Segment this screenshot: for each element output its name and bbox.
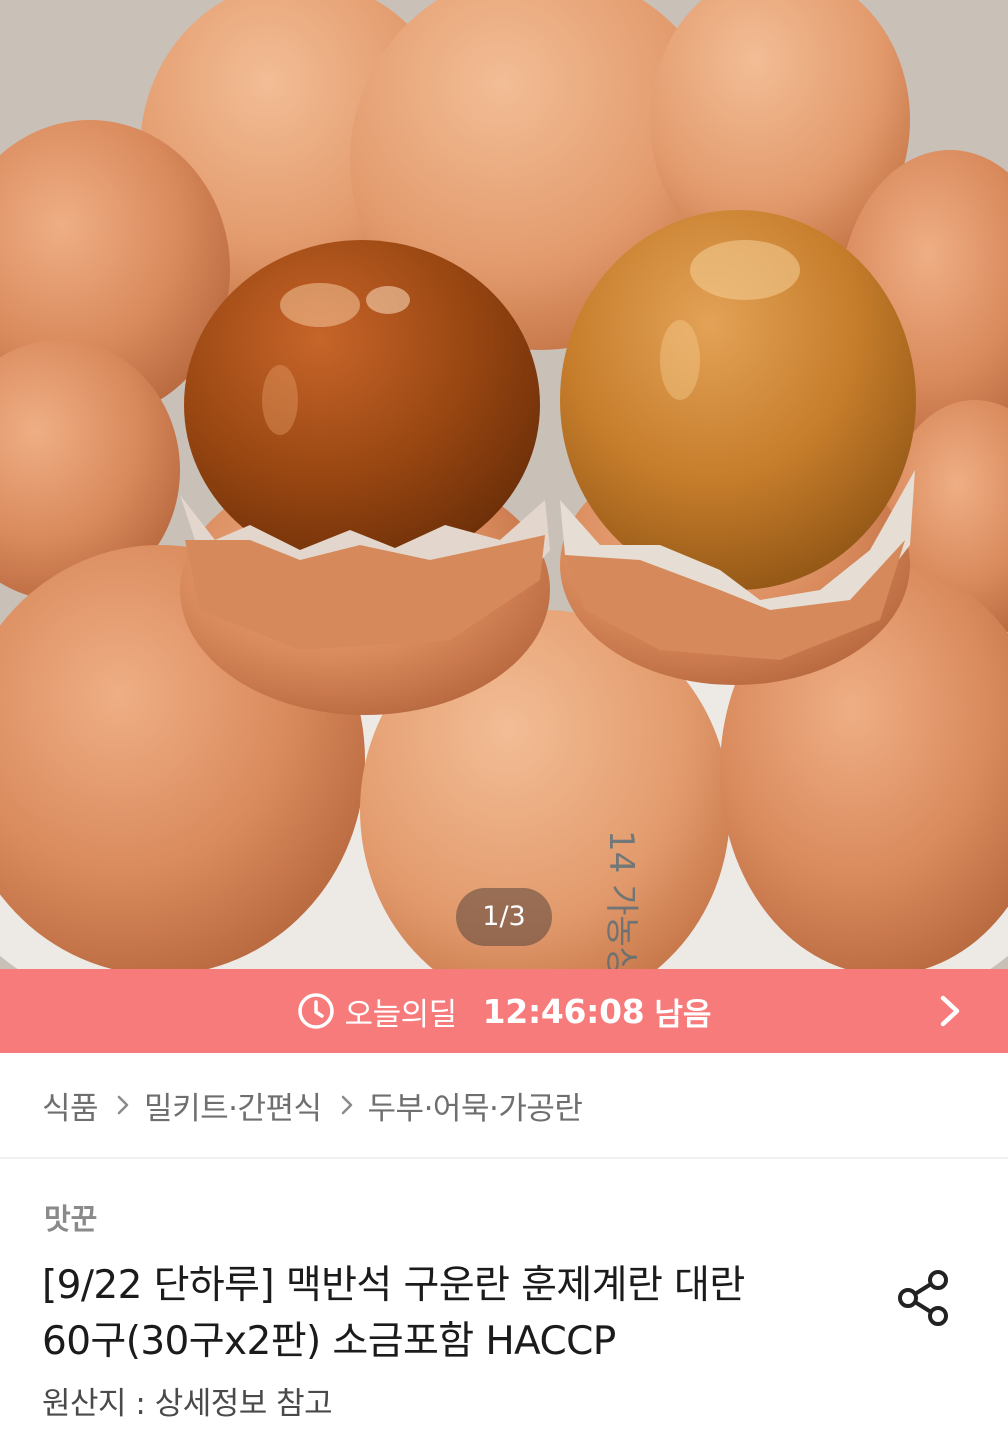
breadcrumb-item-processed-eggs[interactable]: 두부·어묵·가공란 (368, 1083, 583, 1128)
deal-countdown-timer: 12:46:08 (482, 991, 645, 1031)
product-title-line2: 60구(30구x2판) 소금포함 HACCP (42, 1319, 616, 1364)
chevron-right-icon (117, 1095, 129, 1115)
todays-deal-banner[interactable]: 오늘의딜 12:46:08 남음 (0, 969, 1008, 1053)
breadcrumb-item-food[interactable]: 식품 (42, 1083, 99, 1128)
deal-remaining-label: 남음 (654, 996, 712, 1033)
product-image-gallery[interactable]: 14 가농상 1/3 (0, 0, 1008, 969)
image-counter: 1/3 (456, 888, 552, 946)
clock-icon (297, 993, 334, 1029)
chevron-right-icon (341, 1095, 352, 1115)
chevron-right-icon[interactable] (930, 991, 970, 1031)
brand-name[interactable]: 맛꾼 (44, 1196, 97, 1238)
origin-info: 원산지 : 상세정보 참고 (42, 1386, 333, 1422)
breadcrumb: 식품 밀키트·간편식 두부·어묵·가공란 (42, 1080, 583, 1130)
product-photo-eggs: 14 가농상 (0, 0, 1008, 969)
section-divider (0, 1157, 1008, 1159)
product-page: 14 가농상 1/3 오늘의딜 12:46:08 남음 식품 밀키트·간편식 두… (0, 0, 1008, 1435)
product-title: [9/22 단하루] 맥반석 구운란 훈제계란 대란 60구(30구x2판) 소… (42, 1258, 862, 1370)
breadcrumb-item-mealkit[interactable]: 밀키트·간편식 (144, 1083, 322, 1128)
deal-label: 오늘의딜 (344, 996, 458, 1033)
product-title-line1: [9/22 단하루] 맥반석 구운란 훈제계란 대란 (42, 1263, 745, 1308)
share-icon[interactable] (892, 1266, 956, 1330)
egg-stamp-text: 14 가농상 (601, 830, 641, 969)
